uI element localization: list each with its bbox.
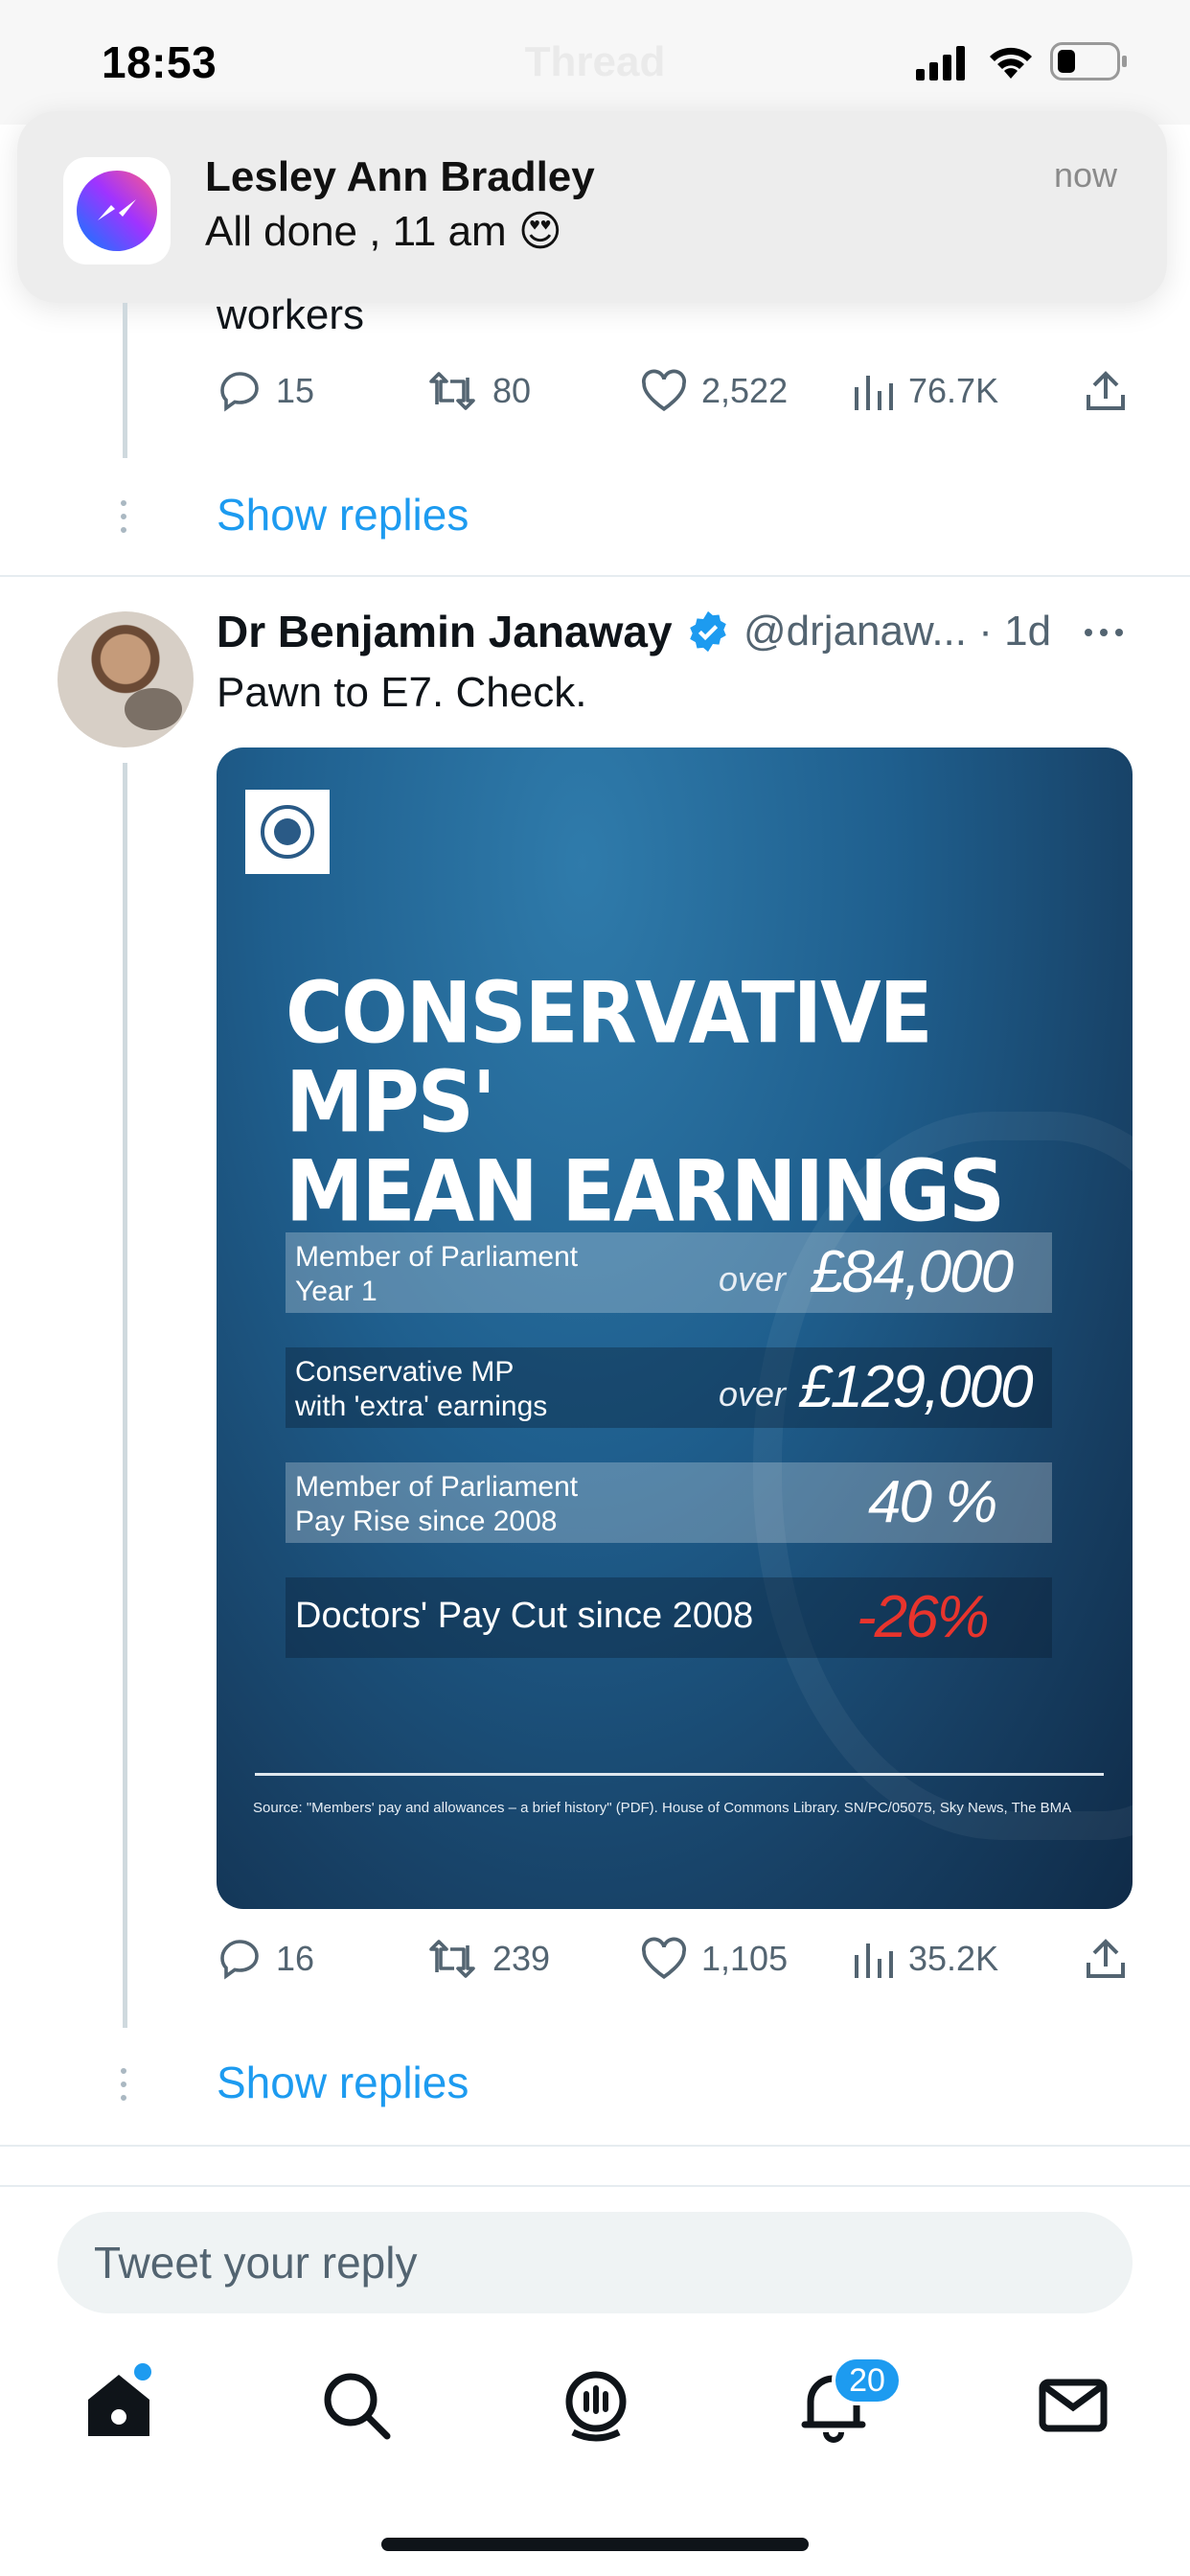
verified-badge-icon	[690, 610, 726, 653]
author-handle-line: @drjanaw... · 1d	[744, 608, 1051, 656]
meta-separator: ·	[978, 608, 993, 655]
row-label-line1: Member of Parliament	[295, 1471, 579, 1503]
notification-message: All done , 11 am 😍	[205, 208, 562, 255]
reply-input[interactable]: Tweet your reply	[57, 2212, 1133, 2313]
retweet-icon	[429, 1940, 475, 1978]
share-button[interactable]	[1085, 1936, 1127, 1982]
heart-icon	[641, 369, 687, 411]
media-title-line2: MEAN EARNINGS	[286, 1142, 1005, 1241]
row-label-line1: Member of Parliament	[295, 1241, 579, 1273]
row-prefix: over	[719, 1259, 787, 1299]
views-count: 76.7K	[908, 371, 999, 410]
notification-time: now	[1053, 155, 1117, 195]
media-title-line1: CONSERVATIVE MPS'	[286, 964, 933, 1153]
cellular-signal-icon	[916, 46, 965, 80]
avatar[interactable]	[57, 611, 194, 748]
earnings-row: Doctors' Pay Cut since 2008 -26%	[286, 1577, 1052, 1658]
reply-icon	[220, 1940, 259, 1980]
home-indicator	[381, 2538, 809, 2551]
row-prefix: over	[719, 1374, 787, 1414]
row-label-line2: with 'extra' earnings	[295, 1391, 548, 1422]
like-button[interactable]: 1,105	[640, 1936, 788, 1982]
search-icon[interactable]	[318, 2367, 395, 2444]
views-icon	[855, 1944, 893, 1978]
tweet-divider	[0, 2145, 1190, 2147]
row-label: Conservative MP with 'extra' earnings	[295, 1355, 547, 1424]
messenger-bolt-icon	[98, 199, 136, 220]
tweet-divider	[0, 575, 1190, 577]
status-time: 18:53	[102, 37, 217, 87]
row-value: 40 %	[868, 1469, 997, 1535]
media-source-text: Source: "Members' pay and allowances – a…	[253, 1800, 1072, 1816]
row-label-line1: Conservative MP	[295, 1356, 515, 1388]
more-options-icon[interactable]	[1085, 629, 1131, 636]
reply-count: 15	[276, 371, 315, 410]
row-value: -26%	[857, 1584, 990, 1650]
show-replies-link[interactable]: Show replies	[217, 2057, 469, 2108]
row-value: £84,000	[811, 1239, 1014, 1305]
reply-icon	[220, 372, 259, 412]
earnings-row: Member of Parliament Year 1 over £84,000	[286, 1232, 1052, 1313]
earnings-row: Member of Parliament Pay Rise since 2008…	[286, 1462, 1052, 1543]
row-label: Member of Parliament Year 1	[295, 1240, 578, 1309]
tweet-text: Pawn to E7. Check.	[217, 669, 587, 716]
row-label: Doctors' Pay Cut since 2008	[295, 1596, 754, 1636]
retweet-count: 80	[492, 371, 532, 410]
thread-line	[123, 303, 127, 458]
author-handle[interactable]: @drjanaw...	[744, 608, 967, 655]
earnings-row: Conservative MP with 'extra' earnings ov…	[286, 1347, 1052, 1428]
reply-count: 16	[276, 1939, 315, 1978]
share-icon	[1087, 1939, 1125, 1978]
notification-sender: Lesley Ann Bradley	[205, 153, 595, 200]
retweet-count: 239	[492, 1939, 551, 1978]
notifications-badge: 20	[832, 2356, 903, 2405]
author-name[interactable]: Dr Benjamin Janaway	[217, 606, 673, 657]
row-label-line2: Pay Rise since 2008	[295, 1506, 558, 1537]
views-icon	[855, 376, 893, 410]
share-button[interactable]	[1085, 368, 1127, 414]
thread-dots-icon	[121, 2068, 126, 2108]
row-label: Member of Parliament Pay Rise since 2008	[295, 1470, 578, 1539]
row-label-line2: Year 1	[295, 1276, 378, 1307]
heart-icon	[641, 1937, 687, 1979]
show-replies-link[interactable]: Show replies	[217, 489, 469, 540]
tweet-age[interactable]: 1d	[1004, 608, 1051, 655]
messages-envelope-icon[interactable]	[1035, 2367, 1111, 2444]
messenger-icon	[63, 157, 171, 264]
home-unread-dot	[134, 2363, 151, 2380]
media-divider	[255, 1773, 1104, 1776]
views-count: 35.2K	[908, 1939, 999, 1978]
like-count: 2,522	[701, 371, 789, 410]
thread-line	[123, 763, 127, 2028]
notification-banner[interactable]: Lesley Ann Bradley All done , 11 am 😍 no…	[17, 111, 1167, 303]
views-button[interactable]: 76.7K	[853, 368, 998, 414]
retweet-button[interactable]: 80	[425, 368, 531, 414]
reply-button[interactable]: 16	[217, 1936, 314, 1982]
like-button[interactable]: 2,522	[640, 368, 788, 414]
views-button[interactable]: 35.2K	[853, 1936, 998, 1982]
battery-icon	[1050, 42, 1127, 80]
wifi-icon	[990, 47, 1032, 79]
share-icon	[1087, 371, 1125, 410]
row-value: £129,000	[799, 1354, 1034, 1420]
spaces-icon[interactable]	[558, 2367, 634, 2444]
tweet-media-image[interactable]: CONSERVATIVE MPS' MEAN EARNINGS Member o…	[217, 748, 1133, 1909]
retweet-icon	[429, 372, 475, 410]
thread-dots-icon	[121, 500, 126, 540]
like-count: 1,105	[701, 1939, 789, 1978]
retweet-button[interactable]: 239	[425, 1936, 550, 1982]
status-bar: Thread 18:53	[0, 0, 1190, 125]
tweet-text-tail: workers	[217, 291, 365, 338]
media-title: CONSERVATIVE MPS' MEAN EARNINGS	[286, 964, 1110, 1241]
reply-button[interactable]: 15	[217, 368, 314, 414]
government-crest-logo	[245, 790, 330, 874]
